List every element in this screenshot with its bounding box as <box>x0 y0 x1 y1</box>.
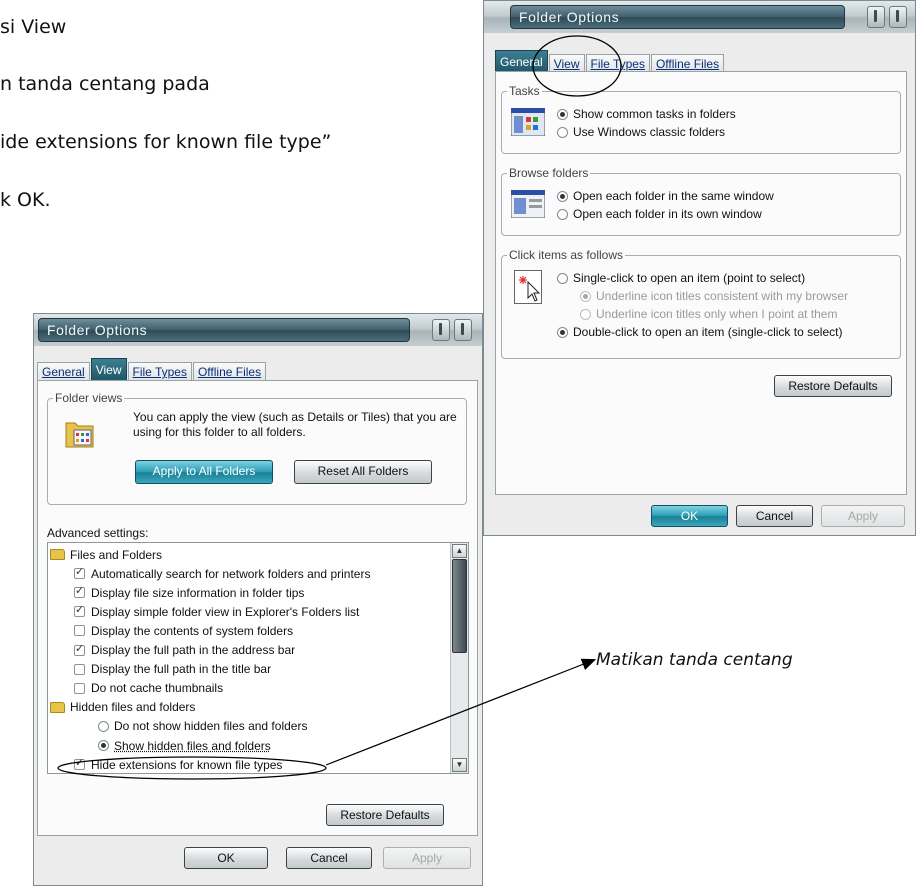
view-tab-highlight-ellipse <box>532 35 622 97</box>
hide-extensions-highlight-ellipse <box>57 756 327 780</box>
annotation-overlay <box>57 35 622 780</box>
annotation-arrow <box>325 658 597 766</box>
